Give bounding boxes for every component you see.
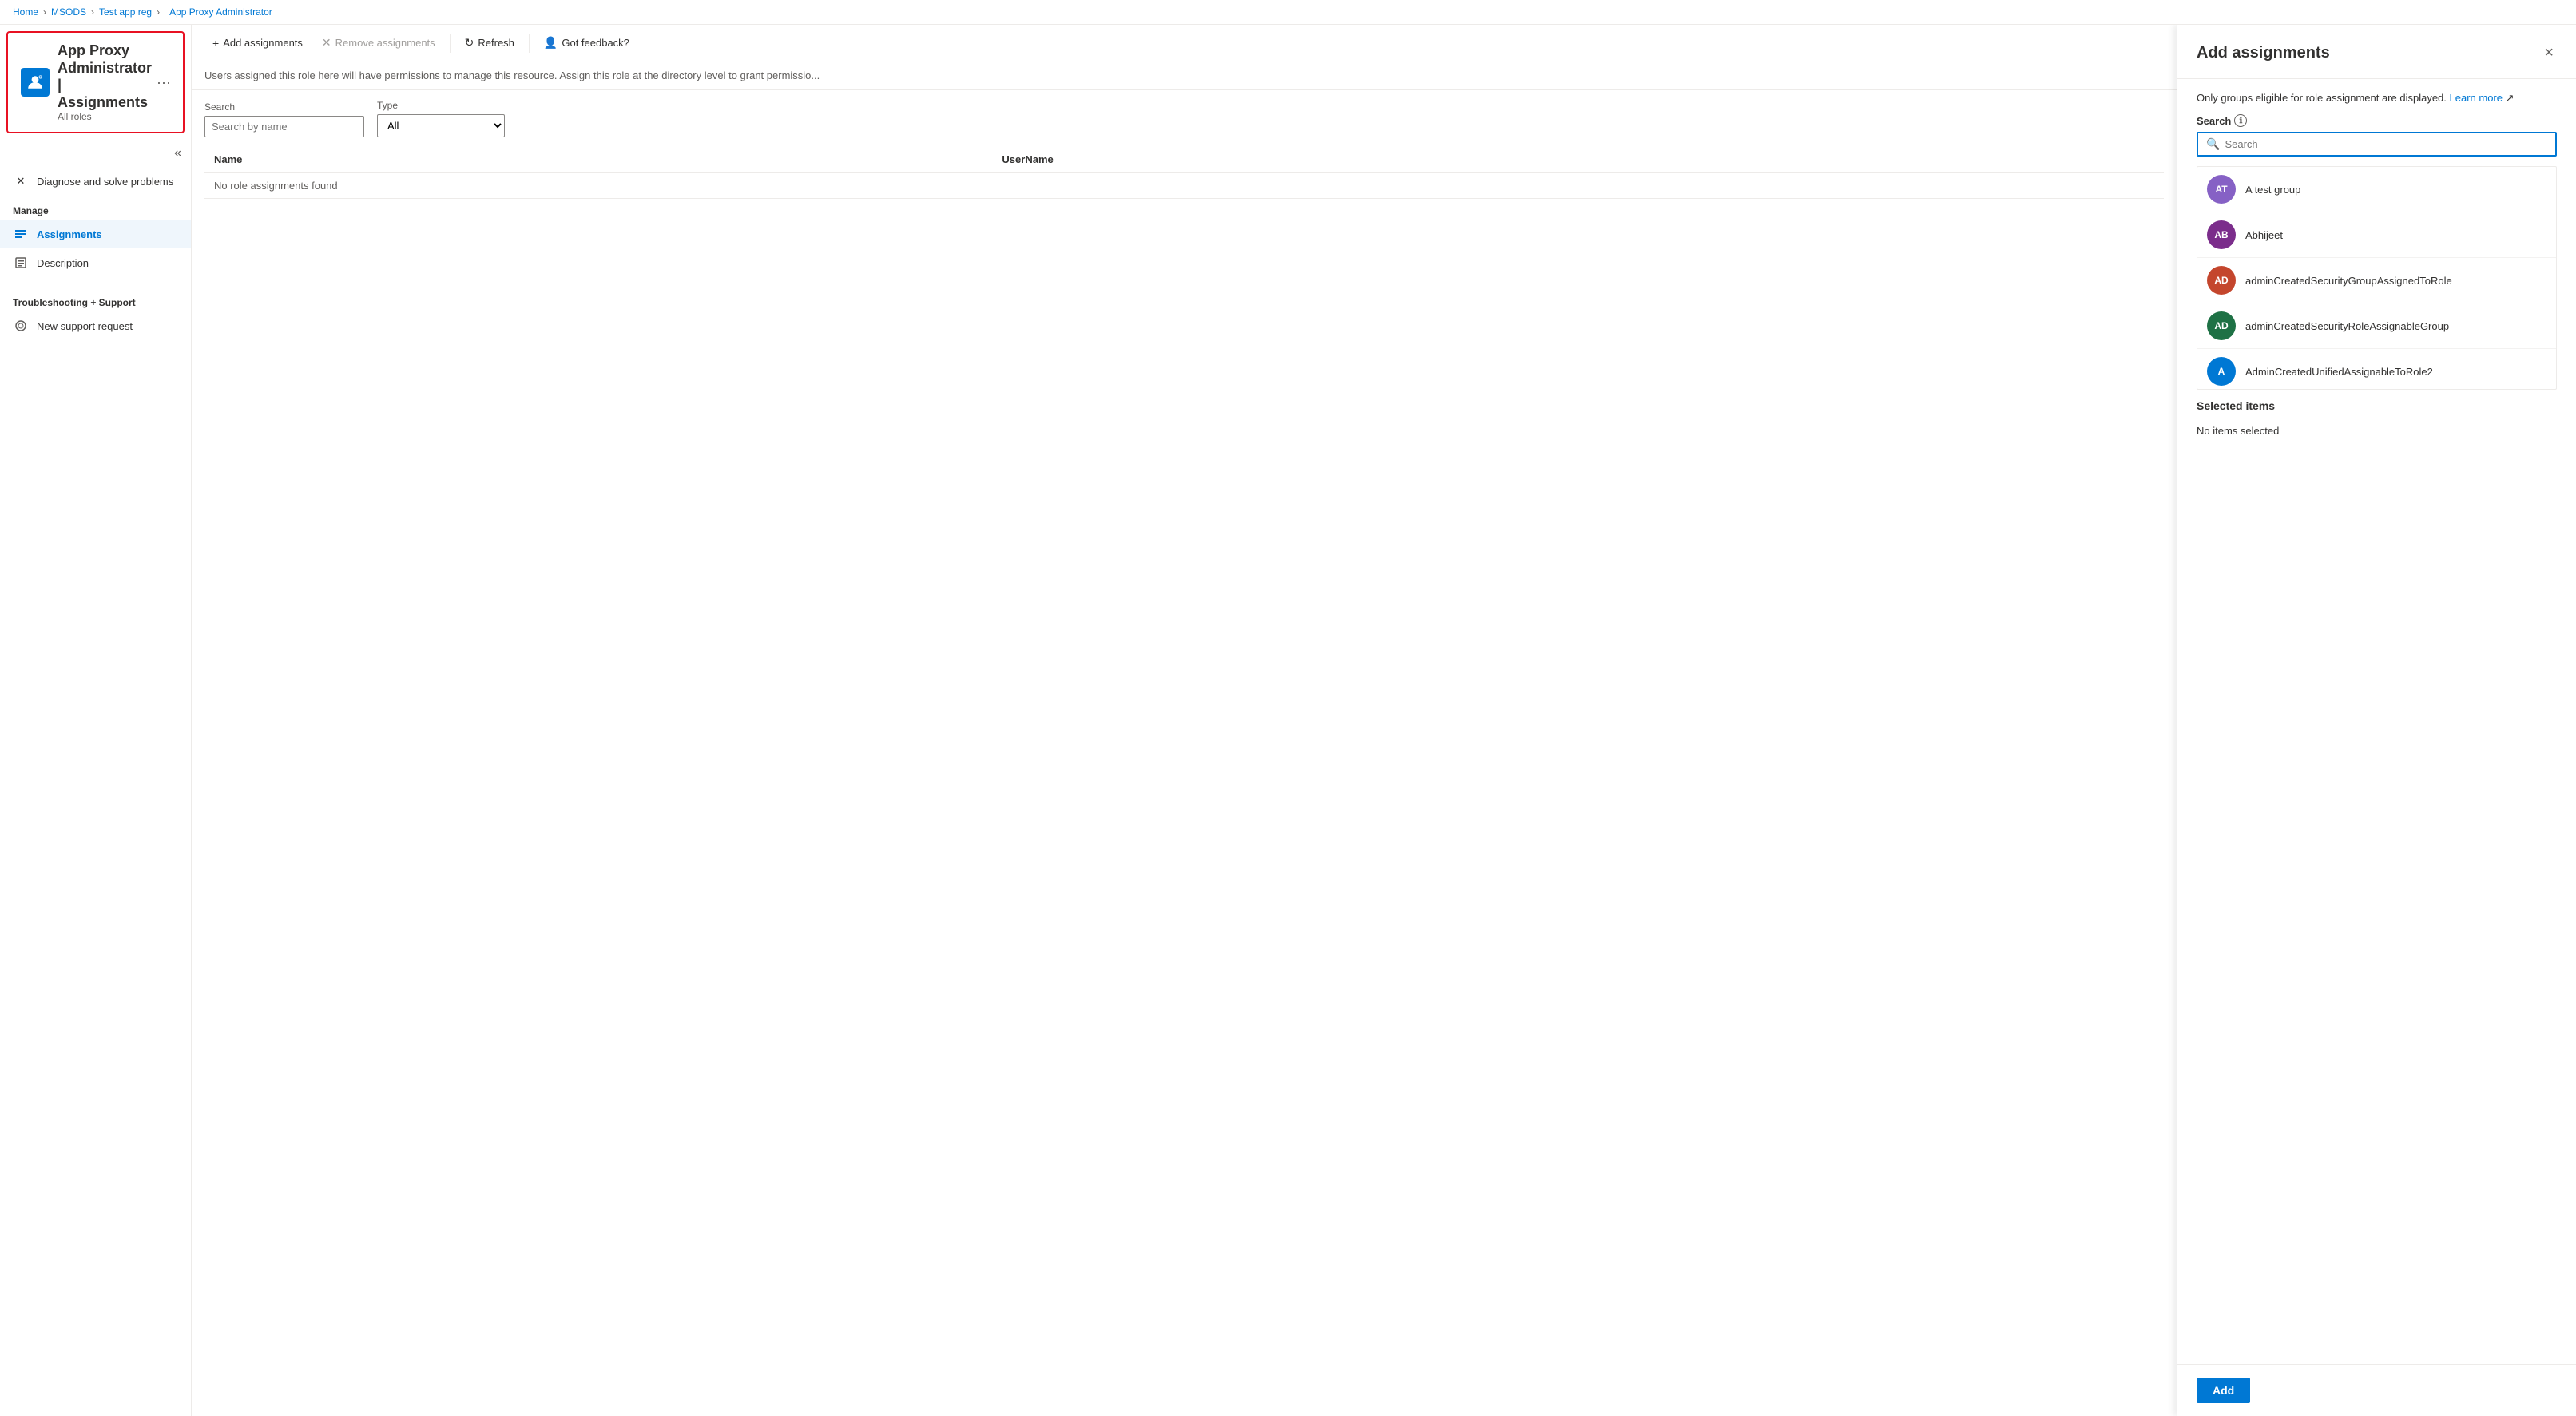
- toolbar: + Add assignments ✕ Remove assignments ↻…: [192, 25, 2177, 61]
- x-icon: ✕: [322, 36, 331, 50]
- type-filter-label: Type: [377, 100, 505, 111]
- panel-footer: Add: [2177, 1364, 2576, 1416]
- result-name-4: AdminCreatedUnifiedAssignableToRole2: [2245, 366, 2433, 378]
- troubleshooting-section: Troubleshooting + Support New support re…: [0, 288, 191, 343]
- support-label: New support request: [37, 320, 133, 332]
- avatar-4: A: [2207, 357, 2236, 386]
- result-item-1[interactable]: AB Abhijeet: [2197, 212, 2556, 258]
- main-content: + Add assignments ✕ Remove assignments ↻…: [192, 25, 2177, 1416]
- selected-title: Selected items: [2197, 399, 2557, 412]
- selected-section: Selected items No items selected: [2197, 399, 2557, 443]
- sidebar-item-description[interactable]: Description: [0, 248, 191, 277]
- panel-add-button[interactable]: Add: [2197, 1378, 2250, 1403]
- feedback-icon: 👤: [544, 36, 558, 50]
- info-text: Users assigned this role here will have …: [204, 69, 820, 81]
- sidebar: App Proxy Administrator | Assignments Al…: [0, 25, 192, 1416]
- panel-info-text: Only groups eligible for role assignment…: [2197, 92, 2557, 105]
- panel-close-button[interactable]: ×: [2541, 41, 2557, 65]
- description-icon: [13, 255, 29, 271]
- manage-title: Manage: [0, 199, 191, 220]
- empty-message: No role assignments found: [204, 173, 2164, 199]
- result-name-0: A test group: [2245, 184, 2300, 196]
- right-panel: Add assignments × Only groups eligible f…: [2177, 25, 2576, 1416]
- breadcrumb-home[interactable]: Home: [13, 6, 38, 18]
- result-name-1: Abhijeet: [2245, 229, 2283, 241]
- sidebar-item-diagnose[interactable]: ✕ Diagnose and solve problems: [0, 167, 191, 196]
- search-info-icon: ℹ: [2234, 114, 2247, 127]
- sidebar-subtitle: All roles: [58, 111, 152, 122]
- breadcrumb-test-app-reg[interactable]: Test app reg: [99, 6, 152, 18]
- search-filter-input[interactable]: [204, 116, 364, 137]
- breadcrumb: Home › MSODS › Test app reg › App Proxy …: [0, 0, 2576, 25]
- assignments-table: Name UserName No role assignments found: [204, 147, 2164, 199]
- sidebar-collapse: «: [0, 140, 191, 167]
- search-icon: 🔍: [2206, 137, 2220, 151]
- result-name-2: adminCreatedSecurityGroupAssignedToRole: [2245, 275, 2452, 287]
- add-assignments-label: Add assignments: [223, 37, 303, 49]
- table-header-row: Name UserName: [204, 147, 2164, 173]
- table-empty-row: No role assignments found: [204, 173, 2164, 199]
- results-list: AT A test group AB Abhijeet AD adminCrea…: [2197, 166, 2557, 390]
- breadcrumb-msods[interactable]: MSODS: [51, 6, 86, 18]
- result-name-3: adminCreatedSecurityRoleAssignableGroup: [2245, 320, 2449, 332]
- search-filter-label: Search: [204, 101, 364, 113]
- refresh-icon: ↻: [465, 36, 474, 50]
- remove-assignments-button[interactable]: ✕ Remove assignments: [314, 31, 443, 54]
- sidebar-item-support[interactable]: New support request: [0, 311, 191, 340]
- panel-title: Add assignments: [2197, 44, 2330, 62]
- plus-icon: +: [212, 37, 219, 50]
- name-column-header: Name: [204, 147, 992, 173]
- panel-search-input[interactable]: [2225, 138, 2547, 150]
- avatar-2: AD: [2207, 266, 2236, 295]
- sidebar-item-assignments[interactable]: Assignments: [0, 220, 191, 248]
- no-items-label: No items selected: [2197, 418, 2557, 443]
- search-label: Search ℹ: [2197, 114, 2557, 127]
- wrench-icon: ✕: [13, 173, 29, 189]
- result-item-4[interactable]: A AdminCreatedUnifiedAssignableToRole2: [2197, 349, 2556, 390]
- result-item-3[interactable]: AD adminCreatedSecurityRoleAssignableGro…: [2197, 303, 2556, 349]
- filter-bar: Search Type All User Group: [192, 90, 2177, 147]
- avatar-0: AT: [2207, 175, 2236, 204]
- assignments-icon: [13, 226, 29, 242]
- result-item-2[interactable]: AD adminCreatedSecurityGroupAssignedToRo…: [2197, 258, 2556, 303]
- panel-header: Add assignments ×: [2177, 25, 2576, 79]
- avatar-3: AD: [2207, 311, 2236, 340]
- breadcrumb-current: App Proxy Administrator: [169, 6, 272, 18]
- table-area: Name UserName No role assignments found: [192, 147, 2177, 199]
- manage-section: Manage Assignments Description: [0, 196, 191, 280]
- toolbar-divider-2: [529, 34, 530, 53]
- remove-assignments-label: Remove assignments: [335, 37, 435, 49]
- refresh-button[interactable]: ↻ Refresh: [457, 31, 522, 54]
- sidebar-more-button[interactable]: ···: [152, 73, 176, 93]
- avatar-1: AB: [2207, 220, 2236, 249]
- sidebar-main-title: App Proxy Administrator | Assignments: [58, 42, 152, 111]
- panel-body: Only groups eligible for role assignment…: [2177, 79, 2576, 1364]
- toolbar-divider: [450, 34, 451, 53]
- support-icon: [13, 318, 29, 334]
- username-column-header: UserName: [992, 147, 2164, 173]
- sidebar-header: App Proxy Administrator | Assignments Al…: [6, 31, 185, 133]
- result-item-0[interactable]: AT A test group: [2197, 167, 2556, 212]
- feedback-label: Got feedback?: [562, 37, 629, 49]
- assignments-label: Assignments: [37, 228, 102, 240]
- refresh-label: Refresh: [478, 37, 514, 49]
- diagnose-label: Diagnose and solve problems: [37, 176, 173, 188]
- search-section: Search ℹ 🔍: [2197, 114, 2557, 157]
- feedback-button[interactable]: 👤 Got feedback?: [536, 31, 637, 54]
- add-assignments-button[interactable]: + Add assignments: [204, 32, 311, 54]
- description-label: Description: [37, 257, 89, 269]
- search-input-wrapper: 🔍: [2197, 132, 2557, 157]
- type-filter-group: Type All User Group: [377, 100, 505, 137]
- collapse-button[interactable]: «: [171, 143, 185, 164]
- learn-more-link[interactable]: Learn more: [2450, 92, 2503, 104]
- role-icon: [21, 68, 50, 97]
- troubleshooting-title: Troubleshooting + Support: [0, 291, 191, 311]
- info-bar: Users assigned this role here will have …: [192, 61, 2177, 90]
- type-filter-select[interactable]: All User Group: [377, 114, 505, 137]
- search-filter-group: Search: [204, 101, 364, 137]
